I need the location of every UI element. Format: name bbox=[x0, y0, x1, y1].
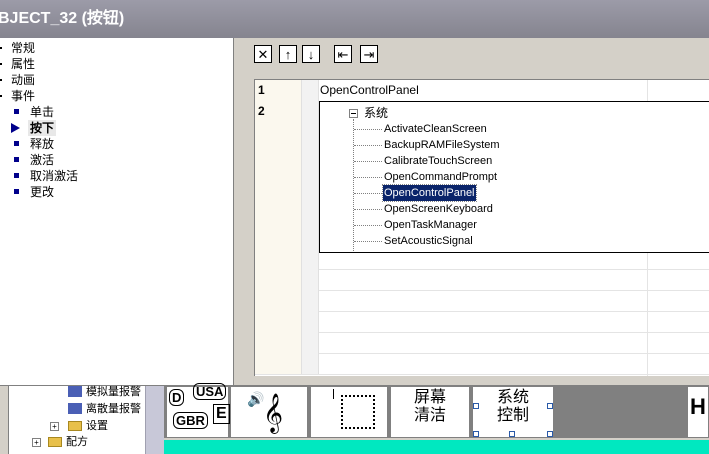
event-function-panel: ✕ ↑ ↓ ⇤ ⇥ 1 OpenControlPanel 2 系统 Activa… bbox=[239, 38, 709, 385]
folder-icon bbox=[48, 437, 62, 447]
resize-handle[interactable] bbox=[473, 403, 479, 409]
row-number: 2 bbox=[255, 101, 302, 122]
bullet-icon bbox=[14, 141, 19, 146]
table-row[interactable]: 1 OpenControlPanel bbox=[255, 80, 709, 102]
property-tree: 常规 属性 动画 事件 单击 按下 释放 激活 取消激活 更改 bbox=[0, 38, 234, 385]
project-tree: 模拟量报警 离散量报警 + 设置 + 配方 bbox=[0, 386, 164, 454]
dropdown-item[interactable]: OpenTaskManager bbox=[383, 217, 478, 233]
acoustic-signal-tile[interactable]: 🔊 𝄞 bbox=[230, 386, 308, 438]
arrow-down-icon: ↓ bbox=[307, 47, 315, 62]
bullet-icon bbox=[14, 189, 19, 194]
tree-item-settings[interactable]: 设置 bbox=[68, 418, 108, 434]
delete-button[interactable]: ✕ bbox=[254, 45, 272, 63]
expand-icon[interactable]: + bbox=[50, 422, 59, 431]
screen-preview-strip: D USA GBR E 🔊 𝄞 屏幕 清洁 系统 控制 H bbox=[164, 383, 709, 438]
bullet-icon bbox=[14, 173, 19, 178]
move-down-button[interactable]: ↓ bbox=[302, 45, 320, 63]
clean-screen-frame-tile[interactable] bbox=[310, 386, 388, 438]
tree-item-analog-alarms[interactable]: 模拟量报警 bbox=[68, 384, 141, 400]
indent-button[interactable]: ⇥ bbox=[360, 45, 378, 63]
window-titlebar[interactable]: BJECT_32 (按钮) bbox=[0, 0, 709, 38]
speaker-icon: 🔊 bbox=[247, 391, 265, 407]
clean-screen-button-tile[interactable]: 屏幕 清洁 bbox=[390, 386, 470, 438]
dropdown-item[interactable]: OpenScreenKeyboard bbox=[383, 201, 494, 217]
status-strip bbox=[164, 440, 709, 454]
indent-icon: ⇥ bbox=[363, 47, 375, 62]
table-row[interactable] bbox=[255, 332, 709, 354]
bottom-area: 模拟量报警 离散量报警 + 设置 + 配方 D USA GBR E 🔊 𝄞 屏幕… bbox=[0, 383, 709, 454]
music-note-icon: 𝄞 bbox=[263, 394, 284, 432]
dropdown-item[interactable]: SetAcousticSignal bbox=[383, 233, 474, 249]
arrow-up-icon: ↑ bbox=[284, 47, 292, 62]
dropdown-item[interactable]: CalibrateTouchScreen bbox=[383, 153, 493, 169]
row-number: 1 bbox=[255, 80, 302, 101]
frame-icon bbox=[341, 395, 375, 429]
bullet-icon bbox=[14, 157, 19, 162]
dropdown-item-selected[interactable]: OpenControlPanel bbox=[382, 184, 477, 202]
expand-icon[interactable]: + bbox=[32, 438, 41, 447]
bullet-icon bbox=[14, 109, 19, 114]
table-row[interactable] bbox=[255, 269, 709, 291]
tree-item-recipes[interactable]: 配方 bbox=[48, 434, 88, 450]
dropdown-category-system[interactable]: 系统 bbox=[364, 105, 388, 121]
alarm-icon bbox=[68, 386, 82, 397]
outdent-icon: ⇤ bbox=[337, 47, 349, 62]
function-dropdown[interactable]: 系统 ActivateCleanScreen BackupRAMFileSyst… bbox=[319, 101, 709, 253]
function-cell[interactable]: OpenControlPanel bbox=[318, 80, 709, 101]
tree-item-discrete-alarms[interactable]: 离散量报警 bbox=[68, 401, 141, 417]
alarm-icon bbox=[68, 403, 82, 414]
system-control-button-tile[interactable]: 系统 控制 bbox=[472, 386, 554, 438]
collapse-icon[interactable] bbox=[349, 109, 358, 118]
language-switch-tile[interactable]: D USA GBR E bbox=[166, 383, 230, 438]
resize-handle[interactable] bbox=[547, 431, 553, 437]
table-row[interactable] bbox=[255, 290, 709, 312]
resize-handle[interactable] bbox=[509, 431, 515, 437]
resize-handle[interactable] bbox=[547, 403, 553, 409]
settings-icon bbox=[68, 421, 82, 431]
partial-tile[interactable]: H bbox=[687, 386, 709, 438]
move-up-button[interactable]: ↑ bbox=[279, 45, 297, 63]
window-title: BJECT_32 (按钮) bbox=[0, 10, 125, 27]
table-row[interactable] bbox=[255, 353, 709, 375]
dropdown-item[interactable]: ActivateCleanScreen bbox=[383, 121, 488, 137]
outdent-button[interactable]: ⇤ bbox=[334, 45, 352, 63]
close-icon: ✕ bbox=[257, 47, 269, 62]
dropdown-item[interactable]: BackupRAMFileSystem bbox=[383, 137, 501, 153]
dropdown-item[interactable]: OpenCommandPrompt bbox=[383, 169, 498, 185]
table-row[interactable] bbox=[255, 311, 709, 333]
arrow-right-icon bbox=[11, 123, 20, 133]
resize-handle[interactable] bbox=[473, 431, 479, 437]
